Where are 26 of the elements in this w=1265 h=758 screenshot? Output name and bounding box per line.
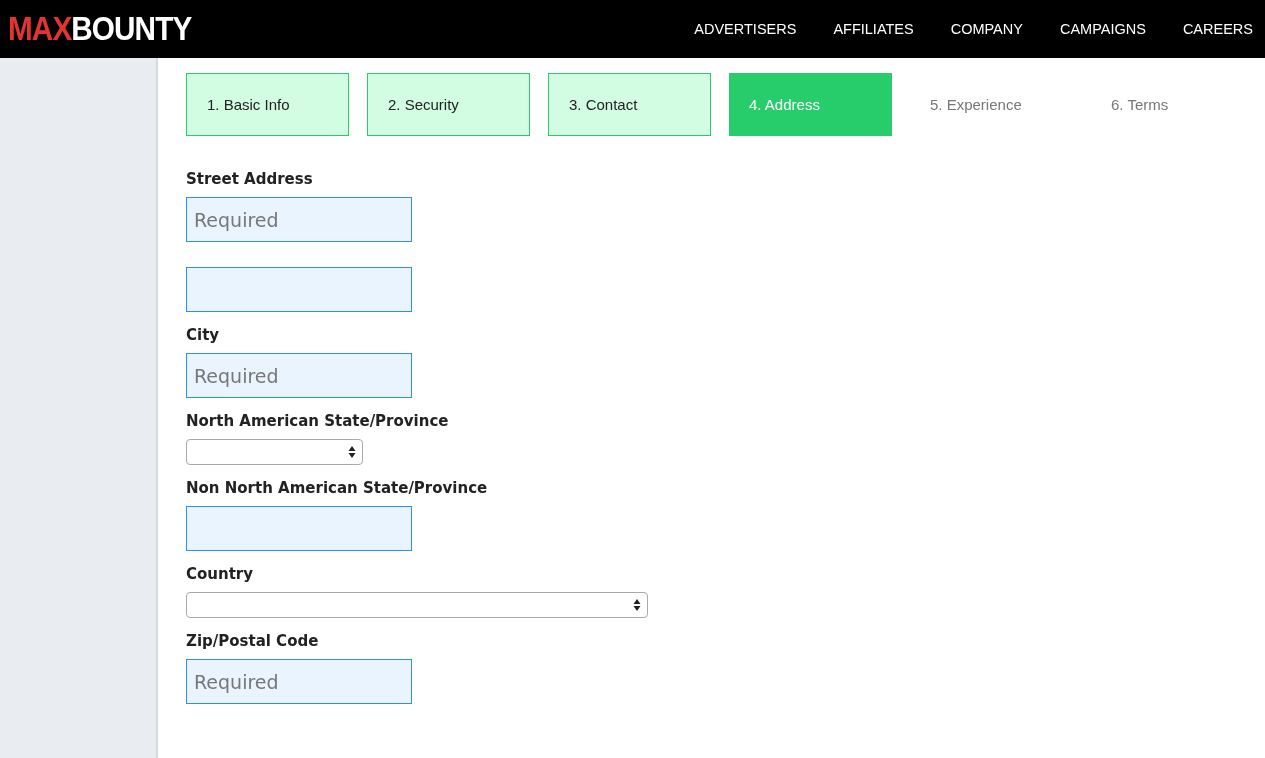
field-label: Non North American State/Province (186, 479, 488, 497)
input-field[interactable] (186, 267, 412, 312)
input-field[interactable]: Required (186, 659, 412, 704)
field-label: Zip/Postal Code (186, 632, 319, 650)
step-tab[interactable]: 6. Terms (1091, 73, 1254, 136)
input-field[interactable] (186, 506, 412, 551)
select-field[interactable] (186, 592, 648, 618)
nav-link[interactable]: ADVERTISERS (694, 21, 797, 37)
step-tab[interactable]: 2. Security (367, 73, 530, 136)
nav-link[interactable]: CAREERS (1182, 21, 1253, 37)
step-tab[interactable]: 1. Basic Info (186, 73, 349, 136)
field-label: Country (186, 565, 254, 583)
logo[interactable]: MAXBOUNTY (8, 10, 192, 48)
nav-link[interactable]: COMPANY (950, 21, 1023, 37)
step-tab[interactable]: 5. Experience (910, 73, 1073, 136)
field-label: North American State/Province (186, 412, 449, 430)
input-field[interactable]: Required (186, 353, 412, 398)
input-field[interactable]: Required (186, 197, 412, 242)
nav-link[interactable]: AFFILIATES (833, 21, 914, 37)
step-tab[interactable]: 3. Contact (548, 73, 711, 136)
field-label: City (186, 326, 220, 344)
select-field[interactable] (186, 439, 363, 465)
up-down-arrows-icon (633, 598, 641, 612)
field-label: Street Address (186, 170, 313, 188)
nav-link[interactable]: CAMPAIGNS (1059, 21, 1146, 37)
up-down-arrows-icon (348, 445, 356, 459)
